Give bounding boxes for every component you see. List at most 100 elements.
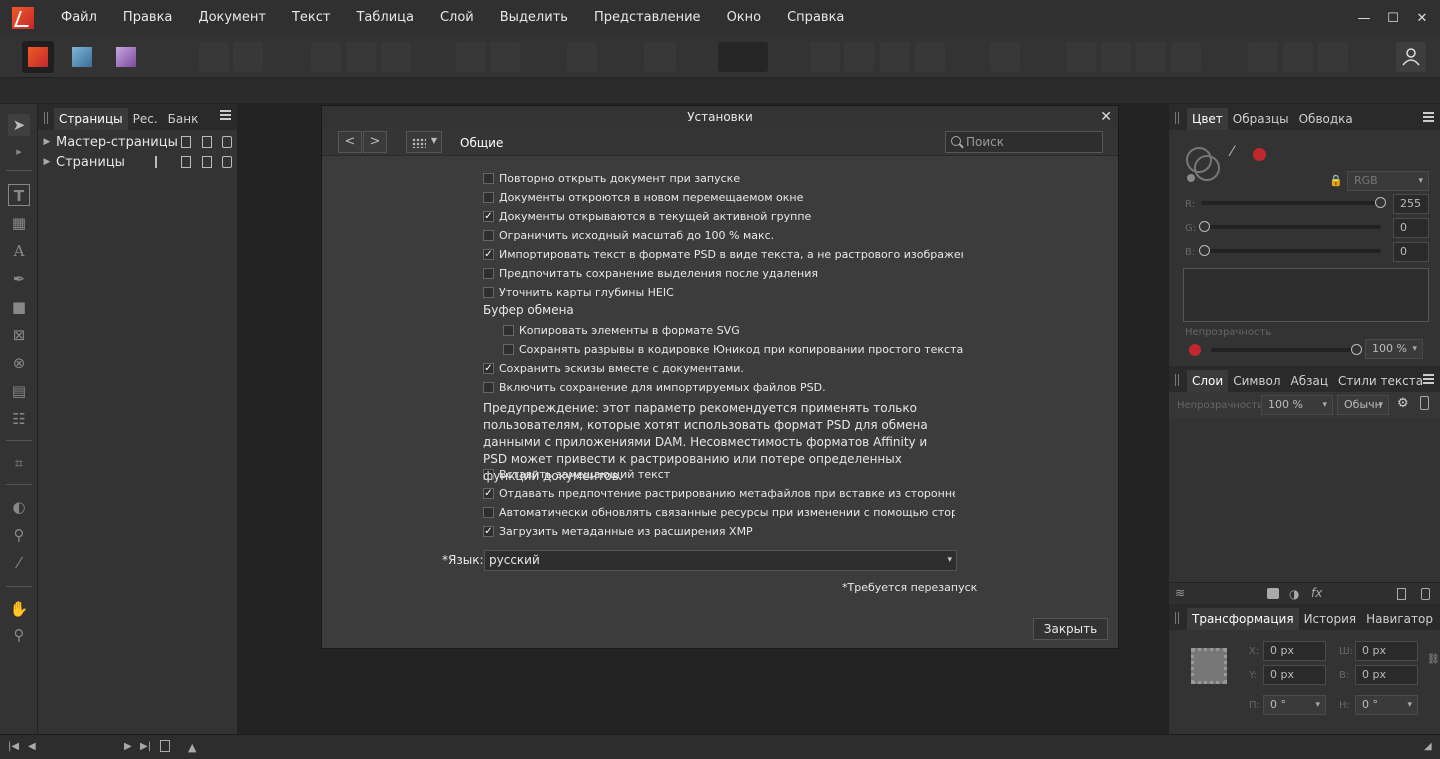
resize-grip-icon[interactable]: ◢ (1424, 741, 1432, 752)
toolbar-button[interactable] (990, 42, 1020, 72)
node-tool-icon[interactable]: ▸ (8, 141, 30, 163)
preference-option[interactable]: ✓ Документы открываются в текущей активно… (483, 207, 963, 226)
toolbar-button[interactable] (915, 42, 945, 72)
layers-stack-icon[interactable]: ≋ (1175, 586, 1185, 600)
b-value[interactable]: 0 (1393, 242, 1429, 262)
w-field[interactable]: 0 px (1355, 641, 1418, 661)
g-slider[interactable] (1199, 221, 1381, 232)
color-mode-dropdown[interactable]: RGB (1347, 171, 1429, 191)
checkbox-unchecked[interactable] (483, 507, 494, 518)
tab-history[interactable]: История (1299, 608, 1362, 630)
publisher-persona-button[interactable] (22, 41, 54, 73)
panel-menu-icon[interactable] (1423, 112, 1434, 122)
checkbox-unchecked[interactable] (483, 230, 494, 241)
tab-text-styles[interactable]: Стили текста (1333, 370, 1428, 392)
master-pages-row[interactable]: ▶ Мастер-страницы (38, 132, 237, 152)
menu-view[interactable]: Представление (581, 0, 714, 36)
tab-pages[interactable]: Страницы (54, 108, 128, 130)
search-input[interactable]: Поиск (945, 131, 1103, 153)
zoom-tool-icon[interactable]: ⚲ (8, 624, 30, 646)
preference-option[interactable]: Копировать элементы в формате SVG (503, 321, 963, 340)
menu-help[interactable]: Справка (774, 0, 857, 36)
fx-icon[interactable]: fx (1311, 586, 1322, 600)
minimize-icon[interactable]: — (1351, 11, 1377, 26)
prev-page-icon[interactable]: ◀ (28, 741, 36, 752)
checkbox-unchecked[interactable] (503, 344, 514, 355)
delete-layer-icon[interactable] (1421, 588, 1430, 600)
color-picker-tool-icon[interactable]: ⁄ (8, 552, 30, 574)
ellipse-frame-tool-icon[interactable]: ⊗ (8, 352, 30, 374)
lock-icon[interactable]: 🔒 (1329, 174, 1343, 188)
menu-file[interactable]: Файл (48, 0, 110, 36)
anchor-point-selector[interactable] (1191, 648, 1227, 684)
close-window-icon[interactable]: ✕ (1409, 11, 1435, 26)
toolbar-button[interactable] (644, 42, 676, 72)
menu-window[interactable]: Окно (714, 0, 775, 36)
toolbar-button[interactable] (1136, 42, 1166, 72)
snapping-button[interactable] (718, 42, 768, 72)
language-select[interactable]: русский (484, 550, 957, 571)
opacity-slider[interactable] (1211, 344, 1362, 355)
designer-persona-button[interactable] (66, 41, 98, 73)
tab-navigator[interactable]: Навигатор (1361, 608, 1438, 630)
add-master-icon[interactable] (181, 136, 191, 148)
tab-stroke[interactable]: Обводка (1294, 108, 1358, 130)
tab-stock[interactable]: Банк (163, 108, 204, 130)
layer-opacity-dropdown[interactable]: 100 % (1261, 395, 1333, 415)
pen-tool-icon[interactable]: ✒ (8, 268, 30, 290)
checkbox-unchecked[interactable] (483, 192, 494, 203)
preference-option[interactable]: Документы откроются в новом перемещаемом… (483, 188, 963, 207)
preference-option[interactable]: Включить сохранение для импортируемых фа… (483, 378, 963, 397)
place-image-tool-icon[interactable]: ▤ (8, 380, 30, 402)
checkbox-checked[interactable]: ✓ (483, 211, 494, 222)
add-page-icon[interactable] (181, 156, 191, 168)
blend-mode-dropdown[interactable]: Обычн (1337, 395, 1389, 415)
toolbar-button[interactable] (381, 42, 411, 72)
shear-field[interactable]: 0 ° (1355, 695, 1418, 715)
toolbar-button[interactable] (1248, 42, 1278, 72)
toolbar-button[interactable] (233, 42, 263, 72)
preference-option[interactable]: ✓ Отдавать предпочтение растрированию мет… (483, 484, 955, 503)
preference-option[interactable]: Сохранять разрывы в кодировке Юникод при… (503, 340, 963, 359)
toolbar-button[interactable] (199, 42, 229, 72)
mask-icon[interactable] (1267, 588, 1279, 599)
checkbox-unchecked[interactable] (483, 287, 494, 298)
close-button[interactable]: Закрыть (1033, 618, 1108, 640)
expand-arrow-icon[interactable]: ▶ (38, 137, 56, 147)
forward-button[interactable]: > (363, 131, 387, 153)
first-page-icon[interactable]: |◀ (8, 741, 19, 752)
x-field[interactable]: 0 px (1263, 641, 1326, 661)
preference-option[interactable]: Уточнить карты глубины HEIC (483, 283, 963, 302)
r-value[interactable]: 255 (1393, 194, 1429, 214)
menu-text[interactable]: Текст (279, 0, 344, 36)
checkbox-unchecked[interactable] (483, 382, 494, 393)
expand-arrow-icon[interactable]: ▶ (38, 157, 56, 167)
checkbox-checked[interactable]: ✓ (483, 488, 494, 499)
current-color-swatch[interactable] (1253, 148, 1266, 161)
close-icon[interactable]: ✕ (1100, 106, 1112, 128)
opacity-dropdown[interactable]: 100 % (1365, 339, 1423, 359)
r-slider[interactable] (1201, 197, 1386, 208)
add-layer-icon[interactable] (1397, 588, 1406, 600)
checkbox-unchecked[interactable] (483, 268, 494, 279)
account-button[interactable] (1396, 42, 1426, 72)
preference-option[interactable]: Автоматически обновлять связанные ресурс… (483, 503, 955, 522)
checkbox-unchecked[interactable] (483, 173, 494, 184)
toolbar-button[interactable] (567, 42, 597, 72)
adjustment-icon[interactable]: ◑ (1289, 587, 1299, 601)
link-icon[interactable]: ⛓ (1427, 654, 1440, 665)
menu-edit[interactable]: Правка (110, 0, 185, 36)
fill-tool-icon[interactable]: ◐ (8, 496, 30, 518)
photo-persona-button[interactable] (110, 41, 142, 73)
maximize-icon[interactable]: ☐ (1380, 11, 1406, 26)
picture-frame-tool-icon[interactable]: ⊠ (8, 324, 30, 346)
tab-layers[interactable]: Слои (1187, 370, 1229, 392)
toolbar-button[interactable] (1318, 42, 1348, 72)
fill-stroke-wells-icon[interactable] (1183, 144, 1227, 188)
artistic-text-tool-icon[interactable]: A (8, 240, 30, 262)
affinity-publisher-logo[interactable] (12, 7, 34, 29)
tab-character[interactable]: Символ (1228, 370, 1285, 392)
panel-menu-icon[interactable] (1423, 374, 1434, 384)
rectangle-tool-icon[interactable]: ■ (8, 296, 30, 318)
hand-tool-icon[interactable]: ✋ (8, 598, 30, 620)
